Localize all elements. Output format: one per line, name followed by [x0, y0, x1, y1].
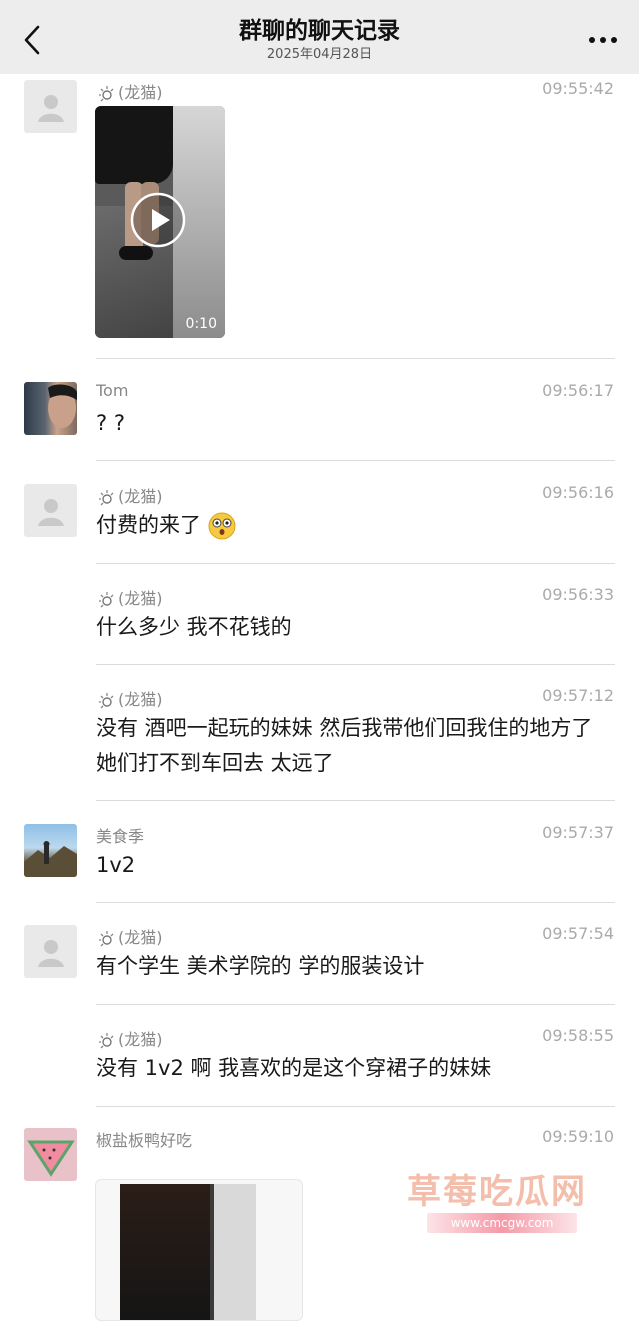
chat-message: (龙猫) 09:58:55 没有 1v2 啊 我喜欢的是这个穿裙子的妹妹 [0, 1021, 639, 1123]
avatar[interactable] [24, 1128, 77, 1181]
divider [96, 460, 615, 461]
default-avatar-icon [37, 94, 64, 122]
sender-name: (龙猫) [96, 1026, 163, 1050]
sun-icon [99, 930, 114, 946]
message-time: 09:57:37 [542, 823, 614, 842]
message-text: 付费的来了 [96, 508, 609, 543]
title-block: 群聊的聊天记录 2025年04月28日 [0, 16, 639, 64]
avatar[interactable] [24, 484, 77, 537]
chat-message: Tom 09:56:17 ? ? [0, 374, 639, 476]
message-time: 09:59:10 [542, 1127, 614, 1146]
sender-name: (龙猫) [96, 79, 163, 103]
divider [96, 563, 615, 564]
sender-name: (龙猫) [96, 686, 163, 710]
avatar[interactable] [24, 80, 77, 133]
more-dots-icon [589, 37, 617, 43]
sender-name: 椒盐板鸭好吃 [96, 1131, 193, 1150]
message-time: 09:56:16 [542, 483, 614, 502]
message-text: ? ? [96, 411, 125, 435]
message-time: 09:56:33 [542, 585, 614, 604]
more-button[interactable] [583, 22, 623, 58]
chat-message: (龙猫) 09:57:54 有个学生 美术学院的 学的服装设计 [0, 919, 639, 1021]
surprised-emoji-icon [208, 512, 236, 540]
avatar[interactable] [24, 382, 77, 435]
message-text: 什么多少 我不花钱的 [96, 615, 292, 639]
message-time: 09:58:55 [542, 1026, 614, 1045]
message-text: 没有 1v2 啊 我喜欢的是这个穿裙子的妹妹 [96, 1056, 492, 1080]
default-avatar-icon [37, 498, 64, 526]
avatar-photo [24, 841, 77, 877]
message-time: 09:57:54 [542, 924, 614, 943]
sun-icon [99, 1032, 114, 1048]
message-text: 没有 酒吧一起玩的妹妹 然后我带他们回我住的地方了 她们打不到车回去 太远了 [96, 716, 593, 775]
image-message[interactable] [95, 1179, 303, 1321]
play-icon[interactable] [130, 192, 186, 248]
chat-message: (龙猫) 09:55:42 0:10 [0, 74, 639, 364]
watermark-url: www.cmcgw.com [427, 1213, 577, 1233]
divider [96, 800, 615, 801]
sender-name: (龙猫) [96, 585, 163, 609]
avatar-photo [48, 384, 77, 428]
chat-message: 美食季 09:57:37 1v2 [0, 817, 639, 919]
page-date: 2025年04月28日 [266, 47, 373, 62]
message-text: 有个学生 美术学院的 学的服装设计 [96, 954, 425, 978]
divider [96, 1106, 615, 1107]
message-time: 09:56:17 [542, 381, 614, 400]
message-time: 09:57:12 [542, 686, 614, 705]
page-title: 群聊的聊天记录 [239, 18, 400, 44]
nav-bar: 群聊的聊天记录 2025年04月28日 [0, 0, 639, 74]
avatar[interactable] [24, 925, 77, 978]
avatar[interactable] [24, 824, 77, 877]
video-message[interactable]: 0:10 [95, 106, 225, 338]
sun-icon [99, 489, 114, 505]
chat-message: (龙猫) 09:56:16 付费的来了 [0, 476, 639, 578]
message-time: 09:55:42 [542, 79, 614, 98]
divider [96, 358, 615, 359]
sender-name: Tom [96, 381, 129, 400]
avatar-photo [27, 1140, 75, 1177]
watermark-logo: 草莓吃瓜网 [407, 1172, 587, 1212]
chat-message: (龙猫) 09:57:12 没有 酒吧一起玩的妹妹 然后我带他们回我住的地方了 … [0, 679, 639, 817]
divider [96, 664, 615, 665]
video-duration: 0:10 [185, 316, 217, 332]
sender-name: 美食季 [96, 827, 145, 846]
sun-icon [99, 591, 114, 607]
default-avatar-icon [37, 939, 64, 967]
sender-name: (龙猫) [96, 483, 163, 507]
sun-icon [99, 692, 114, 708]
divider [96, 1004, 615, 1005]
sender-name: (龙猫) [96, 924, 163, 948]
sun-icon [99, 85, 114, 101]
divider [96, 902, 615, 903]
message-text: 1v2 [96, 853, 136, 877]
chat-message: (龙猫) 09:56:33 什么多少 我不花钱的 [0, 578, 639, 678]
